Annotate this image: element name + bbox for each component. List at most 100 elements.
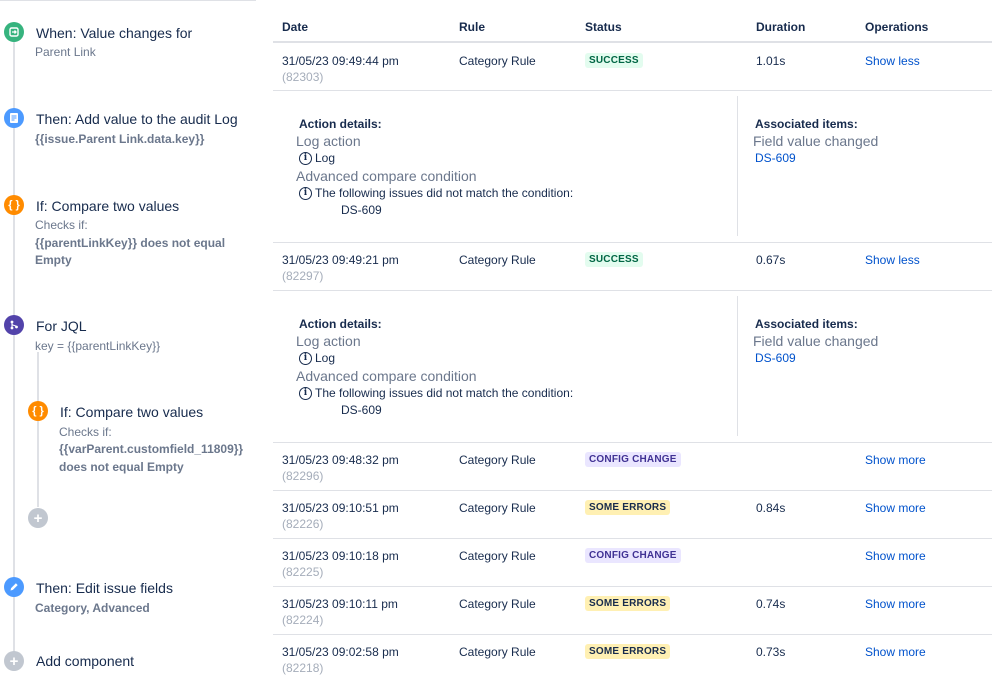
unmatched-issue: DS-609 — [341, 203, 382, 217]
column-duration[interactable]: Duration — [756, 20, 805, 34]
row-id: (82296) — [282, 469, 324, 483]
nested-condition-expression-cont: does not equal Empty — [59, 460, 184, 474]
status-badge: CONFIG CHANGE — [585, 452, 681, 467]
plus-icon[interactable]: + — [28, 508, 48, 528]
compare-message-text: The following issues did not match the c… — [315, 386, 574, 400]
column-date[interactable]: Date — [282, 20, 308, 34]
table-row: 31/05/23 09:49:44 pm (82303) Category Ru… — [273, 44, 992, 91]
compare-message: i The following issues did not match the… — [299, 186, 573, 200]
row-duration: 0.73s — [756, 645, 786, 659]
show-less-link[interactable]: Show less — [865, 253, 920, 267]
row-date: 31/05/23 09:49:44 pm — [282, 54, 399, 68]
branch-connector-line — [37, 352, 39, 507]
row-rule: Category Rule — [459, 453, 536, 467]
show-more-link[interactable]: Show more — [865, 597, 926, 611]
divider — [0, 0, 256, 1]
table-row: 31/05/23 09:02:58 pm (82218) Category Ru… — [273, 635, 992, 681]
status-badge: CONFIG CHANGE — [585, 548, 681, 563]
associated-items-heading: Associated items: — [755, 117, 858, 131]
table-row: 31/05/23 09:48:32 pm (82296) Category Ru… — [273, 443, 992, 491]
show-more-link[interactable]: Show more — [865, 453, 926, 467]
row-duration: 0.84s — [756, 501, 786, 515]
row-date: 31/05/23 09:48:32 pm — [282, 453, 399, 467]
log-entry: i Log — [299, 351, 335, 365]
info-icon: i — [299, 386, 312, 400]
table-header: Date Rule Status Duration Operations — [273, 0, 992, 43]
braces-icon[interactable]: { } — [4, 195, 24, 215]
row-id: (82225) — [282, 565, 324, 579]
row-date: 31/05/23 09:10:11 pm — [282, 597, 398, 611]
column-status[interactable]: Status — [585, 20, 622, 34]
info-icon: i — [299, 186, 312, 200]
status-badge: SOME ERRORS — [585, 500, 671, 515]
row-rule: Category Rule — [459, 54, 536, 68]
show-more-link[interactable]: Show more — [865, 645, 926, 659]
row-duration: 1.01s — [756, 54, 786, 68]
unmatched-issue: DS-609 — [341, 403, 382, 417]
nested-condition-expression: {{varParent.customfield_11809}} — [59, 442, 244, 456]
status-badge: SOME ERRORS — [585, 644, 671, 659]
column-rule[interactable]: Rule — [459, 20, 485, 34]
row-rule: Category Rule — [459, 597, 536, 611]
row-duration: 0.74s — [756, 597, 786, 611]
info-icon: i — [299, 151, 312, 165]
row-details-panel: Action details: Log action i Log Advance… — [273, 291, 992, 443]
show-more-link[interactable]: Show more — [865, 501, 926, 515]
braces-icon[interactable]: { } — [28, 401, 48, 421]
compare-message: i The following issues did not match the… — [299, 386, 573, 400]
row-id: (82218) — [282, 661, 324, 675]
audit-action-title[interactable]: Then: Add value to the audit Log — [36, 111, 238, 127]
associated-type: Field value changed — [753, 333, 879, 349]
status-badge: SUCCESS — [585, 53, 643, 68]
branch-title[interactable]: For JQL — [36, 318, 87, 334]
trigger-title[interactable]: When: Value changes for — [36, 25, 192, 41]
show-more-link[interactable]: Show more — [865, 549, 926, 563]
associated-issue-link[interactable]: DS-609 — [755, 151, 796, 165]
associated-issue-link[interactable]: DS-609 — [755, 351, 796, 365]
document-icon[interactable] — [4, 108, 24, 128]
show-less-link[interactable]: Show less — [865, 54, 920, 68]
row-rule: Category Rule — [459, 549, 536, 563]
row-duration: 0.67s — [756, 253, 786, 267]
table-row: 31/05/23 09:10:51 pm (82226) Category Ru… — [273, 491, 992, 539]
condition-title[interactable]: If: Compare two values — [36, 198, 179, 214]
row-id: (82303) — [282, 70, 324, 84]
row-date: 31/05/23 09:10:18 pm — [282, 549, 399, 563]
add-component-button[interactable]: Add component — [36, 653, 134, 669]
audit-action-value: {{issue.Parent Link.data.key}} — [35, 132, 205, 146]
action-details-heading: Action details: — [299, 117, 382, 131]
trigger-field: Parent Link — [35, 45, 96, 59]
branch-jql: key = {{parentLinkKey}} — [35, 339, 161, 353]
condition-expression: {{parentLinkKey}} does not equal — [35, 236, 226, 250]
row-id: (82224) — [282, 613, 324, 627]
details-divider — [737, 96, 738, 236]
plus-icon[interactable]: + — [4, 651, 24, 671]
nested-condition-checks-label: Checks if: — [59, 425, 112, 439]
pencil-icon[interactable] — [4, 577, 24, 597]
edit-fields: Category, Advanced — [35, 601, 150, 615]
condition-expression-cont: Empty — [35, 253, 72, 267]
log-action-label: Log action — [296, 333, 361, 349]
condition-checks-label: Checks if: — [35, 218, 88, 232]
row-details-panel: Action details: Log action i Log Advance… — [273, 91, 992, 243]
trigger-icon[interactable] — [4, 22, 24, 42]
column-operations[interactable]: Operations — [865, 20, 928, 34]
log-entry: i Log — [299, 151, 335, 165]
action-details-heading: Action details: — [299, 317, 382, 331]
main-connector-line — [13, 40, 15, 660]
table-row: 31/05/23 09:10:11 pm (82224) Category Ru… — [273, 587, 992, 635]
edit-title[interactable]: Then: Edit issue fields — [36, 580, 173, 596]
branch-icon[interactable] — [4, 315, 24, 335]
info-icon: i — [299, 351, 312, 365]
details-divider — [737, 296, 738, 436]
rule-chain-panel: When: Value changes for Parent Link Then… — [0, 0, 262, 681]
row-date: 31/05/23 09:49:21 pm — [282, 253, 399, 267]
row-id: (82297) — [282, 269, 324, 283]
compare-message-text: The following issues did not match the c… — [315, 186, 574, 200]
row-date: 31/05/23 09:10:51 pm — [282, 501, 399, 515]
log-label: Log — [315, 351, 336, 365]
nested-condition-title[interactable]: If: Compare two values — [60, 404, 203, 420]
table-row: 31/05/23 09:49:21 pm (82297) Category Ru… — [273, 243, 992, 291]
row-rule: Category Rule — [459, 645, 536, 659]
compare-condition-label: Advanced compare condition — [296, 168, 477, 184]
